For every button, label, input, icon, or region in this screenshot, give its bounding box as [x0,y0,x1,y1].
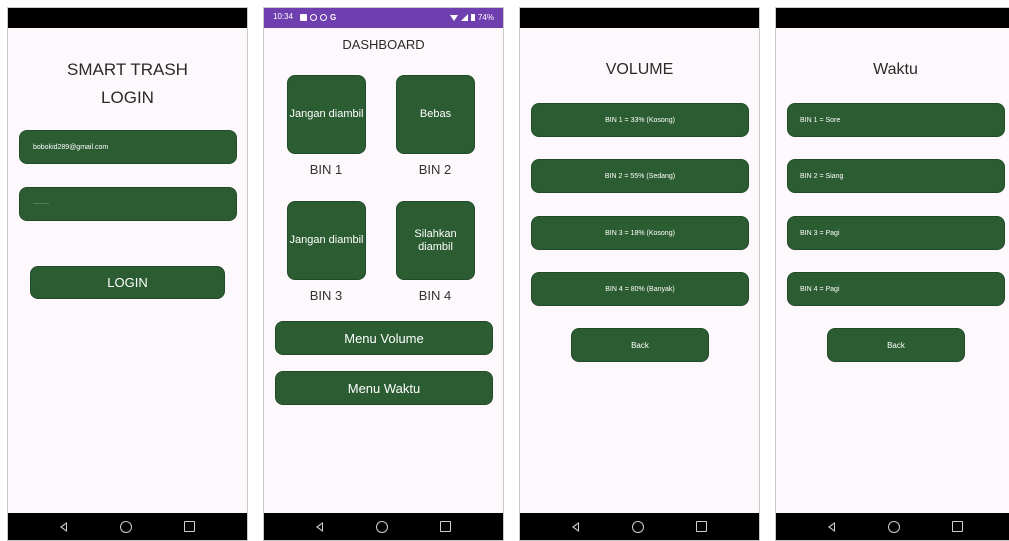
waktu-row-bin-1[interactable]: BIN 1 = Sore [787,103,1005,137]
bin-2-label: BIN 2 [418,162,452,177]
login-title: LOGIN [101,88,154,107]
volume-title: VOLUME [605,61,674,78]
waktu-row-bin-2[interactable]: BIN 2 = Siang [787,159,1005,193]
waktu-row-bin-3[interactable]: BIN 3 = Pagi [787,216,1005,250]
menu-waktu-label: Menu Waktu [347,380,421,396]
status-bar [776,8,1009,28]
notification-icon [310,14,317,21]
signal-icon [460,14,468,21]
bin-4-tile[interactable]: Silahkan diambil [396,201,475,280]
waktu-row-bin-4[interactable]: BIN 4 = Pagi [787,272,1005,306]
bin-4-status: Silahkan diambil [414,227,457,253]
login-button[interactable]: LOGIN [30,266,225,299]
dashboard-title: DASHBOARD [342,37,425,52]
volume-row-text: BIN 4 = 80% (Banyak) [605,285,675,293]
navigation-bar [264,513,503,540]
password-field[interactable]: ········ [19,187,237,221]
bin-1-tile[interactable]: Jangan diambil [287,75,366,154]
status-g: G [330,13,337,22]
notification-icons: G [300,13,336,22]
volume-row-bin-2[interactable]: BIN 2 = 55% (Sedang) [531,159,749,193]
status-bar: 10:34 G 74% [264,8,503,28]
recent-apps-icon[interactable] [183,521,195,532]
volume-row-bin-3[interactable]: BIN 3 = 18% (Kosong) [531,216,749,250]
home-nav-icon[interactable] [119,520,132,533]
navigation-bar [520,513,759,540]
back-nav-icon[interactable] [60,521,68,532]
app-title: SMART TRASH [67,60,188,79]
menu-volume-button[interactable]: Menu Volume [275,321,493,355]
home-nav-icon[interactable] [375,520,388,533]
recent-apps-icon[interactable] [695,521,707,532]
back-button-label: Back [887,340,905,350]
waktu-row-text: BIN 3 = Pagi [800,229,840,237]
back-nav-icon[interactable] [316,521,324,532]
volume-row-bin-1[interactable]: BIN 1 = 33% (Kosong) [531,103,749,137]
navigation-bar [8,513,247,540]
waktu-row-text: BIN 2 = Siang [800,172,844,180]
back-nav-icon[interactable] [828,521,836,532]
dashboard-screen: 10:34 G 74% DASHBOARD Jangan diambil BIN… [263,7,504,541]
bin-3-status: Jangan diambil [289,234,364,246]
bin-2-tile[interactable]: Bebas [396,75,475,154]
back-button[interactable]: Back [827,328,965,362]
waktu-row-text: BIN 4 = Pagi [800,285,840,293]
back-nav-icon[interactable] [572,521,580,532]
waktu-title: Waktu [873,61,918,78]
bin-2-status: Bebas [419,108,452,120]
volume-row-text: BIN 2 = 55% (Sedang) [604,172,676,180]
waktu-row-text: BIN 1 = Sore [800,116,841,124]
back-button-label: Back [631,340,649,350]
status-bar [8,8,247,28]
waktu-screen: Waktu BIN 1 = Sore BIN 2 = Siang BIN 3 =… [775,7,1009,541]
system-icons: 74% [449,13,494,22]
password-value: ········ [33,201,49,207]
battery-icon [470,14,475,21]
volume-row-text: BIN 3 = 18% (Kosong) [605,229,675,237]
login-screen: SMART TRASH LOGIN bobokid289@gmail.com ·… [7,7,248,541]
bin-1-status: Jangan diambil [289,108,364,120]
volume-screen: VOLUME BIN 1 = 33% (Kosong) BIN 2 = 55% … [519,7,760,541]
volume-row-text: BIN 1 = 33% (Kosong) [605,116,675,124]
email-value: bobokid289@gmail.com [33,143,109,151]
email-field[interactable]: bobokid289@gmail.com [19,130,237,164]
recent-apps-icon[interactable] [951,521,963,532]
notification-icon [320,14,327,21]
notification-icon [300,14,307,21]
bin-3-tile[interactable]: Jangan diambil [287,201,366,280]
home-nav-icon[interactable] [631,520,644,533]
back-button[interactable]: Back [571,328,709,362]
navigation-bar [776,513,1009,540]
wifi-icon [449,14,458,21]
bin-1-label: BIN 1 [309,162,343,177]
menu-volume-label: Menu Volume [344,330,424,346]
menu-waktu-button[interactable]: Menu Waktu [275,371,493,405]
status-time: 10:34 [273,12,294,21]
home-nav-icon[interactable] [887,520,900,533]
volume-row-bin-4[interactable]: BIN 4 = 80% (Banyak) [531,272,749,306]
bin-4-label: BIN 4 [418,288,452,303]
battery-percent: 74% [477,13,494,22]
login-button-label: LOGIN [107,275,148,290]
bin-3-label: BIN 3 [309,288,343,303]
recent-apps-icon[interactable] [439,521,451,532]
status-bar [520,8,759,28]
